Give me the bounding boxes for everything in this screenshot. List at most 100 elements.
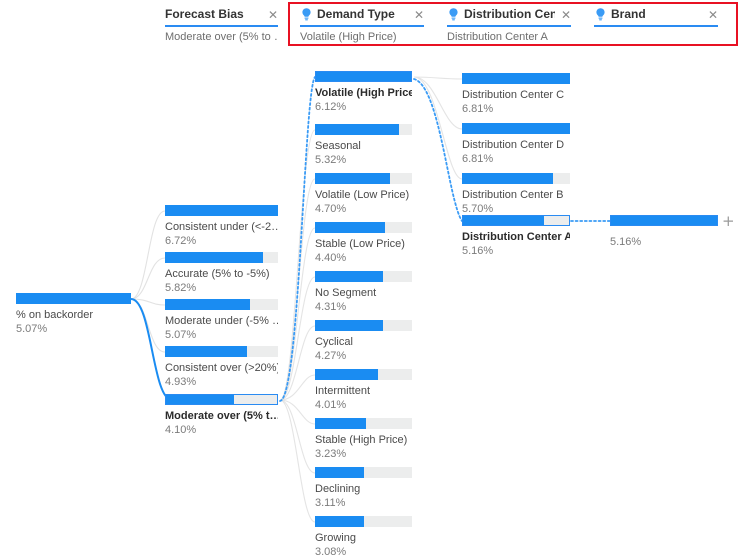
tree-node-demand-type-5[interactable]: No Segment 4.31% — [315, 271, 412, 314]
level-header-1[interactable]: Forecast Bias ✕ Moderate over (5% to … — [165, 6, 278, 44]
tree-node-distribution-center-2[interactable]: Distribution Center D 6.81% — [462, 123, 570, 166]
level-close-icon[interactable]: ✕ — [408, 9, 424, 21]
node-label: No Segment — [315, 287, 377, 299]
tree-node-forecast-bias-3[interactable]: Moderate under (-5% … 5.07% — [165, 299, 278, 342]
node-label: % on backorder — [16, 309, 94, 321]
node-bar-track — [315, 320, 412, 331]
tree-node-distribution-center-1[interactable]: Distribution Center C 6.81% — [462, 73, 570, 116]
node-value: 5.16% — [610, 236, 642, 248]
level-underline — [165, 25, 278, 27]
node-bar-fill — [315, 467, 365, 478]
level-close-icon[interactable]: ✕ — [702, 9, 718, 21]
node-bar-track — [610, 215, 718, 226]
node-label: Distribution Center B — [462, 189, 564, 201]
tree-node-forecast-bias-2[interactable]: Accurate (5% to -5%) 5.82% — [165, 252, 278, 295]
tree-node-forecast-bias-4[interactable]: Consistent over (>20%) 4.93% — [165, 346, 278, 389]
node-value: 4.31% — [315, 301, 347, 313]
tree-node-forecast-bias-5[interactable]: Moderate over (5% t… 4.10% — [165, 394, 278, 437]
node-label: Consistent under (<-2… — [165, 221, 278, 233]
node-bar-fill — [315, 320, 383, 331]
node-bar-fill — [165, 252, 264, 263]
tree-node-forecast-bias-1[interactable]: Consistent under (<-2… 6.72% — [165, 205, 278, 248]
node-bar-track — [315, 418, 412, 429]
level-close-icon[interactable]: ✕ — [262, 9, 278, 21]
node-bar-track — [165, 252, 278, 263]
node-value: 6.81% — [462, 103, 494, 115]
node-label: Moderate under (-5% … — [165, 315, 278, 327]
level-header-bar: Forecast Bias ✕ Moderate over (5% to … Dema… — [0, 0, 750, 48]
node-bar-track — [165, 346, 278, 357]
node-label: Declining — [315, 483, 361, 495]
node-value: 4.40% — [315, 252, 347, 264]
node-value: 5.07% — [165, 329, 197, 341]
node-bar-track — [16, 293, 131, 304]
node-bar-track — [165, 205, 278, 216]
node-label: Accurate (5% to -5%) — [165, 268, 270, 280]
tree-node-demand-type-4[interactable]: Stable (Low Price) 4.40% — [315, 222, 412, 265]
tree-node-demand-type-2[interactable]: Seasonal 5.32% — [315, 124, 412, 167]
node-label: Intermittent — [315, 385, 371, 397]
level-header-row: Brand ✕ — [594, 6, 718, 23]
node-value: 3.23% — [315, 448, 347, 460]
node-bar-track — [462, 123, 570, 134]
node-bar-track — [315, 124, 412, 135]
node-label: Growing — [315, 532, 356, 544]
node-value: 4.70% — [315, 203, 347, 215]
tree-node-demand-type-6[interactable]: Cyclical 4.27% — [315, 320, 412, 363]
level-header-2[interactable]: Demand Type ✕ Volatile (High Price) — [300, 6, 424, 44]
node-bar-fill — [462, 173, 553, 184]
level-header-4[interactable]: Brand ✕ — [594, 6, 718, 31]
node-bar-track — [165, 299, 278, 310]
tree-node-demand-type-1[interactable]: Volatile (High Price) 6.12% — [315, 71, 412, 114]
node-value: 5.07% — [16, 323, 48, 335]
tree-node-demand-type-3[interactable]: Volatile (Low Price) 4.70% — [315, 173, 412, 216]
lightbulb-icon — [302, 8, 311, 21]
level-selected-value: Volatile (High Price) — [300, 31, 397, 43]
node-bar-track — [315, 369, 412, 380]
node-label: Seasonal — [315, 140, 361, 152]
tree-node-brand-1[interactable]: 5.16% — [610, 215, 718, 249]
tree-node-distribution-center-3[interactable]: Distribution Center B 5.70% — [462, 173, 570, 216]
node-bar-fill — [462, 73, 570, 84]
node-bar-track — [315, 222, 412, 233]
tree-node-demand-type-8[interactable]: Stable (High Price) 3.23% — [315, 418, 412, 461]
lightbulb-icon — [449, 8, 458, 21]
level-underline — [300, 25, 424, 27]
tree-node-root[interactable]: % on backorder 5.07% — [16, 293, 131, 336]
node-label: Distribution Center C — [462, 89, 565, 101]
tree-node-distribution-center-4[interactable]: Distribution Center A 5.16% — [462, 215, 570, 258]
lightbulb-icon — [596, 8, 605, 21]
node-bar-track — [315, 173, 412, 184]
level-close-icon[interactable]: ✕ — [555, 9, 571, 21]
node-value: 6.81% — [462, 153, 494, 165]
connector-group-inactive — [130, 210, 166, 353]
node-value: 6.72% — [165, 235, 197, 247]
node-bar-fill — [315, 173, 390, 184]
level-underline — [447, 25, 571, 27]
level-header-3[interactable]: Distribution Cent…✕ Distribution Center A — [447, 6, 571, 44]
level-header-row: Demand Type ✕ — [300, 6, 424, 23]
node-bar-fill — [315, 369, 379, 380]
expand-level-button[interactable]: + — [722, 214, 735, 229]
node-label: Distribution Center D — [462, 139, 565, 151]
level-title: Distribution Cent… — [464, 7, 555, 21]
node-bar-fill — [315, 124, 400, 135]
node-value: 6.12% — [315, 101, 347, 113]
node-bar-fill — [462, 123, 570, 134]
tree-node-demand-type-10[interactable]: Growing 3.08% — [315, 516, 412, 559]
node-label: Consistent over (>20%) — [165, 362, 278, 374]
node-label: Cyclical — [315, 336, 353, 348]
connector-group-demand — [279, 129, 316, 523]
level-title: Demand Type — [317, 7, 395, 21]
tree-node-demand-type-7[interactable]: Intermittent 4.01% — [315, 369, 412, 412]
node-bar-track — [315, 71, 412, 82]
node-bar-fill — [316, 72, 411, 81]
tree-node-demand-type-9[interactable]: Declining 3.11% — [315, 467, 412, 510]
node-value: 5.16% — [462, 245, 494, 257]
node-bar-track — [462, 173, 570, 184]
node-value: 3.08% — [315, 546, 347, 558]
node-bar-fill — [165, 346, 248, 357]
node-bar-track — [165, 394, 278, 405]
node-label: Stable (High Price) — [315, 434, 408, 446]
node-label: Volatile (High Price) — [315, 87, 412, 99]
